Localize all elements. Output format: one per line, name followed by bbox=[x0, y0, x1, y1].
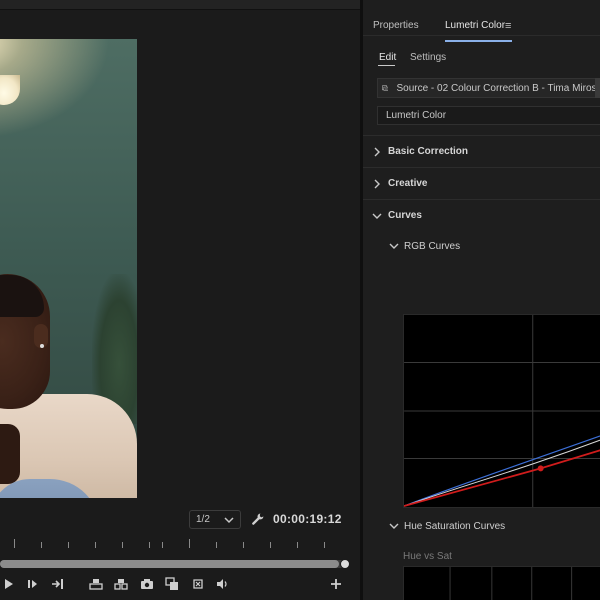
panel-tab-bar: Properties Lumetri Color ≡ bbox=[363, 8, 600, 42]
chevron-right-icon bbox=[374, 147, 380, 156]
hue-vs-sat-editor[interactable] bbox=[403, 566, 600, 600]
blue-curve[interactable] bbox=[404, 432, 600, 507]
subsection-label: RGB Curves bbox=[404, 240, 461, 252]
chevron-down-icon bbox=[389, 243, 399, 249]
lift-button[interactable] bbox=[87, 575, 105, 593]
source-clip-label: Source - 02 Colour Correction B - Tima M… bbox=[396, 82, 600, 94]
speaker-icon bbox=[217, 579, 227, 589]
tab-properties[interactable]: Properties bbox=[373, 20, 419, 31]
effect-label: Lumetri Color bbox=[386, 110, 447, 121]
source-dropdown-arrow[interactable] bbox=[595, 78, 600, 98]
resolution-value: 1/2 bbox=[196, 514, 210, 525]
export-frame-button[interactable] bbox=[138, 575, 156, 593]
chevron-down-icon bbox=[224, 516, 234, 523]
ruler-tick bbox=[95, 542, 96, 548]
source-clip-selector[interactable]: Source - 02 Colour Correction B - Tima M… bbox=[377, 78, 600, 98]
step-forward-button[interactable] bbox=[24, 575, 42, 593]
chevron-down-icon bbox=[389, 523, 399, 529]
rgb-curve-editor[interactable] bbox=[403, 314, 600, 508]
chevron-right-icon bbox=[374, 179, 380, 188]
subtab-edit[interactable]: Edit bbox=[379, 52, 396, 63]
playhead-timecode[interactable]: 00:00:19:12 bbox=[273, 512, 342, 526]
ruler-tick bbox=[216, 542, 217, 548]
transport-controls bbox=[0, 575, 360, 595]
play-icon bbox=[5, 579, 13, 589]
playhead-scrubber[interactable] bbox=[0, 560, 346, 568]
effect-selector[interactable]: Lumetri Color bbox=[377, 106, 600, 125]
subtab-edit-underline bbox=[378, 65, 395, 66]
ruler-tick bbox=[297, 542, 298, 548]
step-forward-icon bbox=[28, 580, 37, 588]
audio-button[interactable] bbox=[213, 575, 231, 593]
section-curves[interactable]: Curves bbox=[363, 199, 600, 231]
comparison-view-icon bbox=[165, 577, 178, 590]
active-tab-indicator bbox=[445, 40, 512, 42]
ruler-tick bbox=[14, 539, 15, 548]
person-hair bbox=[0, 275, 44, 317]
playhead-handle[interactable] bbox=[340, 559, 350, 569]
video-preview[interactable] bbox=[0, 39, 137, 498]
subtab-settings[interactable]: Settings bbox=[410, 52, 446, 63]
wrench-icon[interactable] bbox=[251, 512, 265, 526]
comparison-view-button[interactable] bbox=[163, 575, 181, 593]
ruler-tick bbox=[270, 542, 271, 548]
section-basic-correction[interactable]: Basic Correction bbox=[363, 135, 600, 167]
hue-vs-sat-label: Hue vs Sat bbox=[403, 551, 452, 562]
extract-icon bbox=[114, 579, 128, 590]
hue-grid bbox=[449, 567, 573, 600]
lift-icon bbox=[89, 579, 103, 590]
plus-icon bbox=[331, 579, 341, 589]
section-creative[interactable]: Creative bbox=[363, 167, 600, 199]
ruler-tick bbox=[122, 542, 123, 548]
multi-camera-icon bbox=[193, 579, 203, 589]
panel-menu-icon[interactable]: ≡ bbox=[505, 20, 511, 32]
camera-icon bbox=[141, 579, 153, 589]
go-to-out-icon bbox=[52, 579, 63, 589]
resolution-dropdown[interactable]: 1/2 bbox=[189, 510, 241, 529]
extract-button[interactable] bbox=[112, 575, 130, 593]
program-monitor: 1/2 00:00:19:12 bbox=[0, 0, 360, 600]
ruler-tick bbox=[324, 542, 325, 548]
earring bbox=[40, 344, 44, 348]
red-curve-point[interactable] bbox=[537, 465, 544, 472]
go-to-out-button[interactable] bbox=[49, 575, 67, 593]
section-label: Creative bbox=[388, 178, 428, 189]
section-label: Curves bbox=[388, 210, 422, 221]
ruler-tick bbox=[149, 542, 150, 548]
time-ruler[interactable] bbox=[0, 538, 350, 552]
subsection-hue-saturation-curves[interactable]: Hue Saturation Curves bbox=[363, 517, 600, 535]
monitor-header bbox=[0, 0, 360, 10]
section-label: Basic Correction bbox=[388, 146, 469, 157]
red-curve[interactable] bbox=[404, 447, 600, 507]
multi-camera-button[interactable] bbox=[189, 575, 207, 593]
add-button[interactable] bbox=[327, 575, 345, 593]
tab-lumetri-color[interactable]: Lumetri Color bbox=[445, 20, 505, 31]
ruler-tick bbox=[68, 542, 69, 548]
lumetri-color-panel: Properties Lumetri Color ≡ Edit Settings… bbox=[363, 0, 600, 600]
ruler-tick bbox=[41, 542, 42, 548]
ruler-tick bbox=[189, 539, 190, 548]
clip-icon bbox=[382, 85, 389, 91]
person-arm bbox=[0, 424, 20, 484]
play-button[interactable] bbox=[0, 575, 18, 593]
ruler-tick bbox=[243, 542, 244, 548]
scrubber-fill bbox=[0, 560, 340, 568]
subsection-rgb-curves[interactable]: RGB Curves bbox=[363, 237, 600, 255]
chevron-down-icon bbox=[372, 213, 382, 219]
subsection-label: Hue Saturation Curves bbox=[404, 520, 506, 532]
ruler-tick bbox=[162, 542, 163, 548]
